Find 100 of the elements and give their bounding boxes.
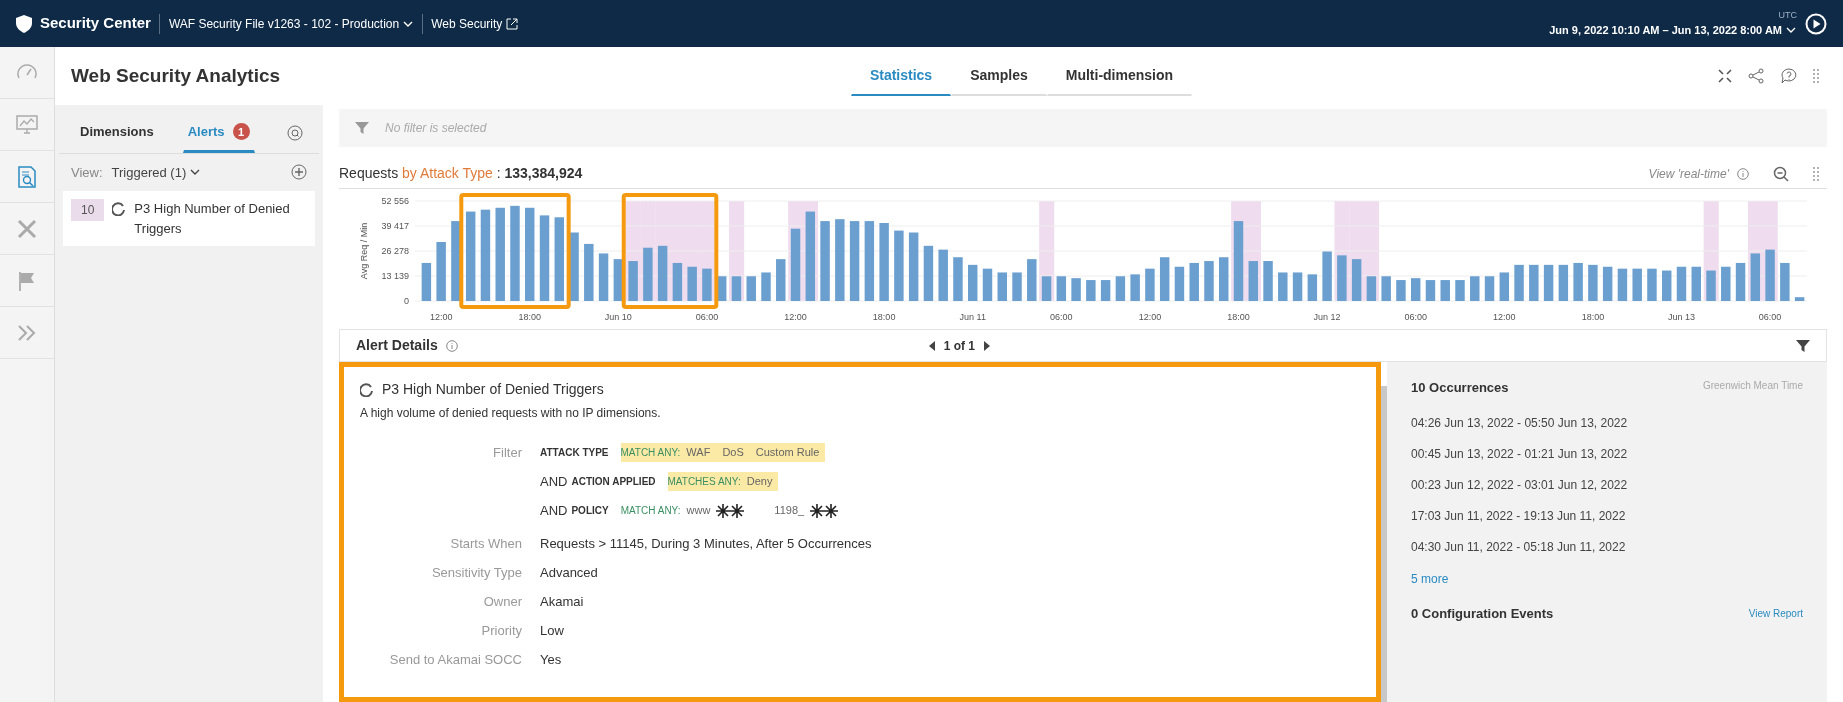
filter-field: ACTION APPLIED [571, 474, 656, 489]
filter-value: www [685, 503, 712, 519]
axis-label: 18:00 [1227, 312, 1250, 322]
alert-name: P3 High Number of Denied Triggers [134, 200, 291, 238]
occurrence-time: 00:23 Jun 12, 2022 - 03:01 Jun 12, 2022 [1411, 476, 1629, 494]
filter-icon[interactable] [1796, 338, 1810, 353]
axis-label: Jun 11 [959, 312, 986, 322]
field-value: Low [540, 621, 564, 640]
axis-title: Avg Req / Min [359, 222, 369, 280]
report-search-icon[interactable] [16, 165, 38, 188]
field-label: Sensitivity Type [431, 564, 522, 580]
chevron-down-icon [403, 20, 414, 27]
chevron-down-icon [190, 169, 201, 176]
axis-label: 39 417 [381, 221, 409, 231]
next-icon[interactable] [983, 340, 992, 351]
filter-value: 1198_ [773, 503, 806, 519]
occurrence-time: 04:30 Jun 11, 2022 - 05:18 Jun 11, 2022 [1411, 538, 1627, 556]
monitor-chart-icon[interactable] [16, 113, 38, 136]
axis-label: 12:00 [429, 312, 453, 322]
field-label: Priority [481, 622, 522, 638]
axis-label: 12:00 [784, 312, 807, 322]
filter-value: Deny [745, 474, 774, 490]
share-icon[interactable] [1748, 68, 1764, 84]
side-tab[interactable]: Dimensions [75, 113, 159, 153]
info-icon [1737, 167, 1749, 180]
alert-item[interactable]: 10 P3 High Number of Denied Triggers [63, 191, 315, 246]
axis-label: Jun 12 [1313, 312, 1341, 322]
external-link-icon [506, 17, 519, 30]
match-label: MATCH ANY: [620, 504, 681, 518]
axis-label: 0 [404, 296, 409, 306]
field-value: Advanced [540, 563, 598, 582]
filter-field: ATTACK TYPE [540, 445, 609, 460]
alert-description: A high volume of denied requests with no IP dimensions. [360, 405, 662, 422]
axis-label: 18:00 [1581, 312, 1605, 322]
search-icon[interactable] [287, 124, 303, 141]
view-tab[interactable]: Multi-dimension [1046, 56, 1193, 96]
zoom-out-icon[interactable] [1773, 165, 1789, 182]
chart-title: Requests by Attack Type : 133,384,924 [339, 164, 583, 183]
realtime-link[interactable]: View 'real-time' [1648, 164, 1729, 183]
more-link[interactable]: 5 more [1411, 569, 1449, 588]
play-icon[interactable] [1805, 12, 1827, 35]
chevron-down-icon [1786, 27, 1796, 34]
field-label: Owner [483, 593, 522, 609]
occurrence-time: 17:03 Jun 11, 2022 - 19:13 Jun 11, 2022 [1411, 507, 1627, 525]
axis-label: 12:00 [1138, 312, 1162, 322]
field-label: Send to Akamai SOCC [389, 651, 522, 667]
expand-icon[interactable] [1718, 69, 1732, 83]
spinner-icon [360, 382, 374, 397]
match-label: MATCH ANY: [620, 446, 681, 460]
timezone-label: Greenwich Mean Time [1702, 379, 1803, 393]
field-value: Akamai [540, 592, 584, 611]
field-label: Filter [493, 444, 522, 460]
field-label: Starts When [450, 535, 522, 551]
view-tab[interactable]: Statistics [850, 56, 952, 96]
filter-placeholder: No filter is selected [385, 120, 487, 137]
timezone-label: UTC [1778, 9, 1797, 23]
axis-label: 18:00 [872, 312, 896, 322]
view-dropdown[interactable]: Triggered (1) [110, 161, 202, 183]
app-name: Security Center [40, 13, 151, 34]
add-icon[interactable] [291, 164, 307, 181]
operator-label: AND [540, 501, 568, 520]
view-tab[interactable]: Samples [951, 56, 1047, 96]
filter-value: Custom Rule [754, 445, 821, 461]
axis-label: 13 139 [381, 271, 409, 281]
match-label: MATCHES ANY: [667, 475, 741, 489]
axis-label: 26 278 [381, 246, 409, 256]
operator-label: AND [540, 472, 568, 491]
field-value: Requests > 11145, During 3 Minutes, After 5 Occurrences [540, 534, 872, 553]
drag-handle-icon[interactable] [1813, 166, 1819, 181]
info-icon [445, 339, 458, 352]
filter-icon [355, 121, 369, 135]
count-label: 10 [71, 199, 105, 221]
field-value: Yes [540, 650, 562, 669]
view-report-link[interactable]: View Report [1748, 605, 1803, 621]
help-icon[interactable] [1780, 68, 1797, 84]
page-title: Web Security Analytics [70, 64, 282, 88]
axis-label: Jun 10 [604, 312, 632, 322]
count-badge: 1 [232, 123, 250, 141]
axis-label: 06:00 [1404, 312, 1427, 322]
axis-label: 52 556 [381, 196, 409, 206]
config-dropdown[interactable]: WAF Security File v1263 - 102 - Production [167, 13, 415, 34]
section-title: 10 Occurrences [1411, 379, 1509, 397]
occurrence-time: 04:26 Jun 13, 2022 - 05:50 Jun 13, 2022 [1411, 414, 1629, 432]
date-range-dropdown[interactable]: Jun 9, 2022 10:10 AM – Jun 13, 2022 8:00 AM [1548, 22, 1797, 38]
spinner-icon [112, 202, 127, 216]
axis-label: Jun 13 [1667, 312, 1695, 322]
section-title: Alert Details [356, 336, 438, 355]
pager-text: 1 of 1 [943, 337, 976, 355]
drag-handle-icon[interactable] [1813, 69, 1819, 83]
scrollbar[interactable] [1381, 386, 1387, 702]
axis-label: 06:00 [1050, 312, 1073, 322]
filter-value: DoS [721, 445, 745, 461]
side-tab[interactable]: Alerts 1 [182, 113, 255, 153]
axis-label: 18:00 [518, 312, 541, 322]
alert-title: P3 High Number of Denied Triggers [382, 380, 604, 399]
product-link[interactable]: Web Security [431, 14, 519, 33]
occurrence-time: 00:45 Jun 13, 2022 - 01:21 Jun 13, 2022 [1411, 445, 1629, 463]
previous-icon[interactable] [927, 340, 936, 351]
shield-icon [16, 14, 32, 33]
view-label: View: [71, 163, 103, 182]
